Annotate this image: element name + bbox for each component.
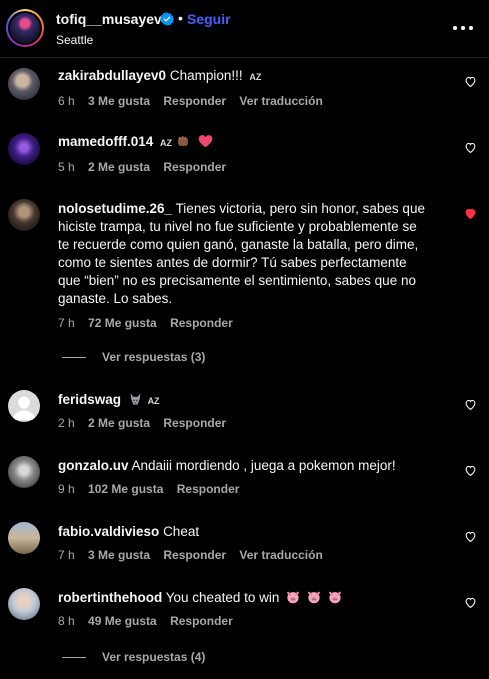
country-badge: AZ xyxy=(147,396,160,406)
like-heart-icon[interactable] xyxy=(464,207,477,220)
comment-username[interactable]: mamedofff.014 xyxy=(58,134,153,149)
follow-button[interactable]: Seguir xyxy=(187,11,231,27)
like-heart-icon[interactable] xyxy=(464,530,477,543)
replies-divider xyxy=(62,357,86,359)
translate-button[interactable]: Ver traducción xyxy=(239,94,322,108)
comment-text: Champion!!! xyxy=(169,68,243,83)
location-label[interactable]: Seattle xyxy=(56,33,93,47)
profile-avatar[interactable] xyxy=(6,9,44,47)
view-replies-button[interactable]: Ver respuestas (4) xyxy=(62,650,205,664)
commenter-avatar[interactable] xyxy=(8,390,40,422)
reply-button[interactable]: Responder xyxy=(163,160,226,174)
country-badge: AZ xyxy=(160,138,173,148)
reply-button[interactable]: Responder xyxy=(177,482,240,496)
translate-button[interactable]: Ver traducción xyxy=(239,548,322,562)
commenter-avatar[interactable] xyxy=(8,588,40,620)
default-avatar-icon xyxy=(12,396,36,420)
comment-text: Tienes victoria, pero sin honor, sabes q… xyxy=(58,201,425,306)
country-badge: AZ xyxy=(249,72,262,82)
comment-username[interactable]: gonzalo.uv xyxy=(58,458,129,473)
fist-emoji xyxy=(177,136,188,146)
like-heart-icon[interactable] xyxy=(464,141,477,154)
comment-likes[interactable]: 3 Me gusta xyxy=(88,548,150,562)
comment-username[interactable]: nolosetudime.26_ xyxy=(58,201,172,216)
comment-text: Cheat xyxy=(163,524,200,539)
pig-emoji xyxy=(307,591,320,604)
view-replies-button[interactable]: Ver respuestas (3) xyxy=(62,350,205,364)
comment-text: Andaiii mordiendo , juega a pokemon mejo… xyxy=(131,458,396,473)
comment-time: 5 h xyxy=(58,160,75,174)
comment-time: 8 h xyxy=(58,614,75,628)
view-replies-label: Ver respuestas (4) xyxy=(102,650,206,664)
commenter-avatar[interactable] xyxy=(8,68,40,100)
wolf-emoji xyxy=(130,393,141,405)
comment-username[interactable]: fabio.valdivieso xyxy=(58,524,159,539)
comment-likes[interactable]: 72 Me gusta xyxy=(88,316,157,330)
verified-badge-icon xyxy=(160,12,174,26)
commenter-avatar[interactable] xyxy=(8,456,40,488)
comment-likes[interactable]: 2 Me gusta xyxy=(88,160,150,174)
comment-username[interactable]: robertinthehood xyxy=(58,590,162,605)
commenter-avatar[interactable] xyxy=(8,522,40,554)
commenter-avatar[interactable] xyxy=(8,199,40,231)
reply-button[interactable]: Responder xyxy=(163,416,226,430)
reply-button[interactable]: Responder xyxy=(170,614,233,628)
reply-button[interactable]: Responder xyxy=(163,548,226,562)
like-heart-icon[interactable] xyxy=(464,75,477,88)
comment-likes[interactable]: 102 Me gusta xyxy=(88,482,163,496)
comment-time: 9 h xyxy=(58,482,75,496)
comment-likes[interactable]: 2 Me gusta xyxy=(88,416,150,430)
more-options-icon[interactable] xyxy=(452,18,474,38)
reply-button[interactable]: Responder xyxy=(170,316,233,330)
comment-likes[interactable]: 3 Me gusta xyxy=(88,94,150,108)
pig-emoji xyxy=(287,591,300,604)
comment-time: 7 h xyxy=(58,548,75,562)
like-heart-icon[interactable] xyxy=(464,398,477,411)
comment-text: You cheated to win xyxy=(165,590,280,605)
reply-button[interactable]: Responder xyxy=(163,94,226,108)
comment-time: 2 h xyxy=(58,416,75,430)
like-heart-icon[interactable] xyxy=(464,464,477,477)
comment-time: 6 h xyxy=(58,94,75,108)
replies-divider xyxy=(62,657,86,659)
comment-username[interactable]: zakirabdullayev0 xyxy=(58,68,166,83)
like-heart-icon[interactable] xyxy=(464,596,477,609)
profile-username[interactable]: tofiq__musayev xyxy=(56,11,162,27)
commenter-avatar[interactable] xyxy=(8,133,40,165)
comment-username[interactable]: feridswag xyxy=(58,392,121,407)
comment-likes[interactable]: 49 Me gusta xyxy=(88,614,157,628)
comment-time: 7 h xyxy=(58,316,75,330)
heart-emoji xyxy=(198,135,212,148)
post-header: tofiq__musayev • Seguir Seattle xyxy=(0,0,489,58)
view-replies-label: Ver respuestas (3) xyxy=(102,350,206,364)
separator-dot: • xyxy=(178,10,183,26)
pig-emoji xyxy=(328,591,341,604)
